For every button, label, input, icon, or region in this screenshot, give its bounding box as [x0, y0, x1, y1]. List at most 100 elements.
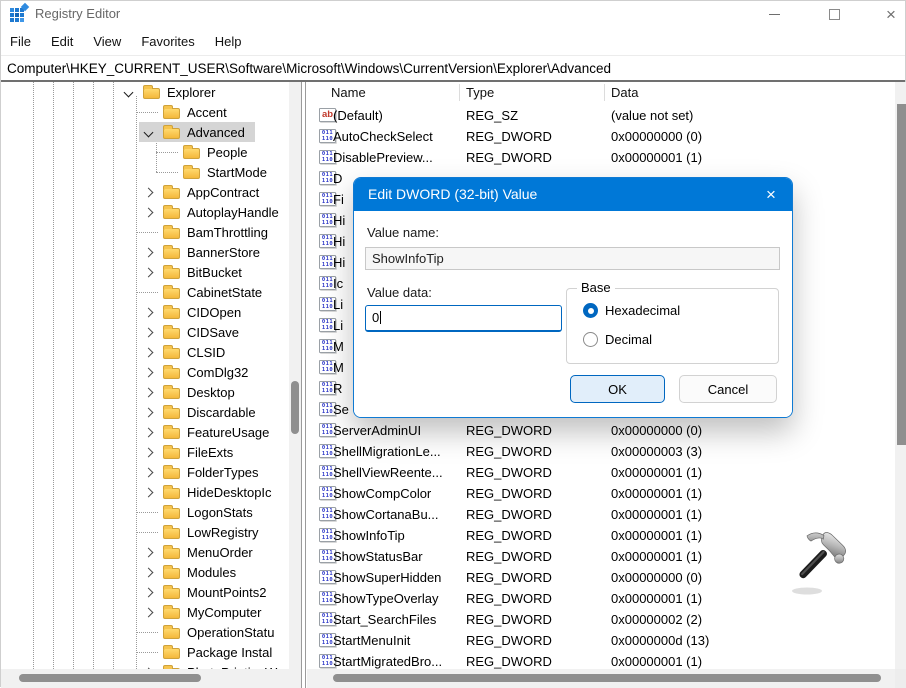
chevron-right-icon[interactable]: [144, 568, 154, 578]
radio-button-icon[interactable]: [583, 303, 598, 318]
chevron-right-icon[interactable]: [144, 268, 154, 278]
tree-item-mountpoints2[interactable]: MountPoints2: [1, 582, 289, 602]
tree-item-cidopen[interactable]: CIDOpen: [1, 302, 289, 322]
list-row-default[interactable]: ab(Default)REG_SZ(value not set): [307, 105, 895, 126]
list-row-serveradminui[interactable]: 011110ServerAdminUIREG_DWORD0x00000000 (…: [307, 420, 895, 441]
tree-item-bannerstore[interactable]: BannerStore: [1, 242, 289, 262]
list-row-shellviewreente[interactable]: 011110ShellViewReente...REG_DWORD0x00000…: [307, 462, 895, 483]
tree-item-accent[interactable]: Accent: [1, 102, 289, 122]
tree-item-modules[interactable]: Modules: [1, 562, 289, 582]
tree-item-bitbucket[interactable]: BitBucket: [1, 262, 289, 282]
chevron-right-icon[interactable]: [144, 348, 154, 358]
window-titlebar[interactable]: Registry Editor ×: [1, 1, 905, 27]
tree-item-lowregistry[interactable]: LowRegistry: [1, 522, 289, 542]
chevron-right-icon[interactable]: [144, 388, 154, 398]
tree-item-mycomputer[interactable]: MyComputer: [1, 602, 289, 622]
column-header-type[interactable]: Type: [466, 85, 494, 100]
list-hscroll-thumb[interactable]: [333, 674, 881, 682]
chevron-down-icon[interactable]: [124, 88, 134, 98]
tree-item-comdlg32[interactable]: ComDlg32: [1, 362, 289, 382]
list-row-autocheckselect[interactable]: 011110AutoCheckSelectREG_DWORD0x00000000…: [307, 126, 895, 147]
tree-item-bamthrottling[interactable]: BamThrottling: [1, 222, 289, 242]
tree-hscroll-thumb[interactable]: [19, 674, 201, 682]
list-row-showcortanabu[interactable]: 011110ShowCortanaBu...REG_DWORD0x0000000…: [307, 504, 895, 525]
tree-item-featureusage[interactable]: FeatureUsage: [1, 422, 289, 442]
chevron-right-icon[interactable]: [144, 468, 154, 478]
tree-item-appcontract[interactable]: AppContract: [1, 182, 289, 202]
tree-item-clsid[interactable]: CLSID: [1, 342, 289, 362]
tree-item-discardable[interactable]: Discardable: [1, 402, 289, 422]
column-header-name[interactable]: Name: [331, 85, 366, 100]
tree-item-people[interactable]: People: [1, 142, 289, 162]
menu-item-view[interactable]: View: [93, 34, 121, 49]
chevron-right-icon[interactable]: [144, 188, 154, 198]
tree-item-foldertypes[interactable]: FolderTypes: [1, 462, 289, 482]
list-row-showsuperhidden[interactable]: 011110ShowSuperHiddenREG_DWORD0x00000000…: [307, 567, 895, 588]
tree-item-autoplayhandle[interactable]: AutoplayHandle: [1, 202, 289, 222]
tree-item-advanced[interactable]: Advanced: [1, 122, 289, 142]
chevron-right-icon[interactable]: [144, 428, 154, 438]
tree-item-cidsave[interactable]: CIDSave: [1, 322, 289, 342]
tree-item-photoprintingw[interactable]: PhotoPrintingW: [1, 662, 289, 669]
list-row-showstatusbar[interactable]: 011110ShowStatusBarREG_DWORD0x00000001 (…: [307, 546, 895, 567]
chevron-right-icon[interactable]: [144, 608, 154, 618]
radio-button-icon[interactable]: [583, 332, 598, 347]
ok-button[interactable]: OK: [570, 375, 665, 403]
tree-item-package-instal[interactable]: Package Instal: [1, 642, 289, 662]
menu-item-edit[interactable]: Edit: [51, 34, 73, 49]
column-resize-handle[interactable]: [459, 84, 460, 101]
tree-item-logonstats[interactable]: LogonStats: [1, 502, 289, 522]
chevron-right-icon[interactable]: [144, 588, 154, 598]
tree-item-desktop[interactable]: Desktop: [1, 382, 289, 402]
menu-item-file[interactable]: File: [10, 34, 31, 49]
chevron-right-icon[interactable]: [144, 248, 154, 258]
dialog-titlebar[interactable]: Edit DWORD (32-bit) Value ×: [354, 178, 792, 211]
minimize-button[interactable]: [759, 4, 789, 24]
tree-vertical-scrollbar[interactable]: [289, 82, 301, 669]
chevron-right-icon[interactable]: [144, 408, 154, 418]
chevron-right-icon[interactable]: [144, 368, 154, 378]
list-row-shellmigrationle[interactable]: 011110ShellMigrationLe...REG_DWORD0x0000…: [307, 441, 895, 462]
address-bar[interactable]: Computer\HKEY_CURRENT_USER\Software\Micr…: [1, 56, 905, 82]
list-vertical-scrollbar[interactable]: [895, 82, 906, 669]
maximize-button[interactable]: [819, 4, 849, 24]
chevron-right-icon[interactable]: [144, 448, 154, 458]
tree-item-explorer[interactable]: Explorer: [1, 82, 289, 102]
tree-horizontal-scrollbar[interactable]: [1, 669, 301, 688]
list-row-disablepreview[interactable]: 011110DisablePreview...REG_DWORD0x000000…: [307, 147, 895, 168]
tree-item-fileexts[interactable]: FileExts: [1, 442, 289, 462]
cancel-button[interactable]: Cancel: [679, 375, 777, 403]
list-row-showcompcolor[interactable]: 011110ShowCompColorREG_DWORD0x00000001 (…: [307, 483, 895, 504]
tree-item-startmode[interactable]: StartMode: [1, 162, 289, 182]
list-row-start-searchfiles[interactable]: 011110Start_SearchFilesREG_DWORD0x000000…: [307, 609, 895, 630]
radio-decimal[interactable]: Decimal: [583, 332, 652, 347]
list-row-showinfotip[interactable]: 011110ShowInfoTipREG_DWORD0x00000001 (1): [307, 525, 895, 546]
chevron-right-icon[interactable]: [144, 308, 154, 318]
dialog-close-icon[interactable]: ×: [760, 184, 782, 206]
radio-hexadecimal[interactable]: Hexadecimal: [583, 303, 680, 318]
panel-splitter[interactable]: [301, 82, 302, 688]
list-vscroll-thumb[interactable]: [897, 104, 906, 445]
value-type: REG_DWORD: [466, 465, 552, 480]
tree-item-operationstatu[interactable]: OperationStatu: [1, 622, 289, 642]
value-name-field[interactable]: ShowInfoTip: [365, 247, 780, 270]
chevron-right-icon[interactable]: [144, 328, 154, 338]
list-row-startmigratedbro[interactable]: 011110StartMigratedBro...REG_DWORD0x0000…: [307, 651, 895, 669]
column-header-data[interactable]: Data: [611, 85, 638, 100]
chevron-right-icon[interactable]: [144, 488, 154, 498]
close-button[interactable]: ×: [876, 4, 906, 24]
chevron-right-icon[interactable]: [144, 208, 154, 218]
tree-item-menuorder[interactable]: MenuOrder: [1, 542, 289, 562]
tree-item-hidedesktopic[interactable]: HideDesktopIc: [1, 482, 289, 502]
tree-item-cabinetstate[interactable]: CabinetState: [1, 282, 289, 302]
menu-item-favorites[interactable]: Favorites: [141, 34, 194, 49]
folder-icon: [163, 628, 180, 639]
value-data-input[interactable]: 0: [365, 305, 562, 332]
tree-vscroll-thumb[interactable]: [291, 381, 299, 434]
list-row-showtypeoverlay[interactable]: 011110ShowTypeOverlayREG_DWORD0x00000001…: [307, 588, 895, 609]
list-row-startmenuinit[interactable]: 011110StartMenuInitREG_DWORD0x0000000d (…: [307, 630, 895, 651]
chevron-right-icon[interactable]: [144, 548, 154, 558]
menu-item-help[interactable]: Help: [215, 34, 242, 49]
list-horizontal-scrollbar[interactable]: [307, 669, 895, 688]
column-resize-handle[interactable]: [604, 84, 605, 101]
